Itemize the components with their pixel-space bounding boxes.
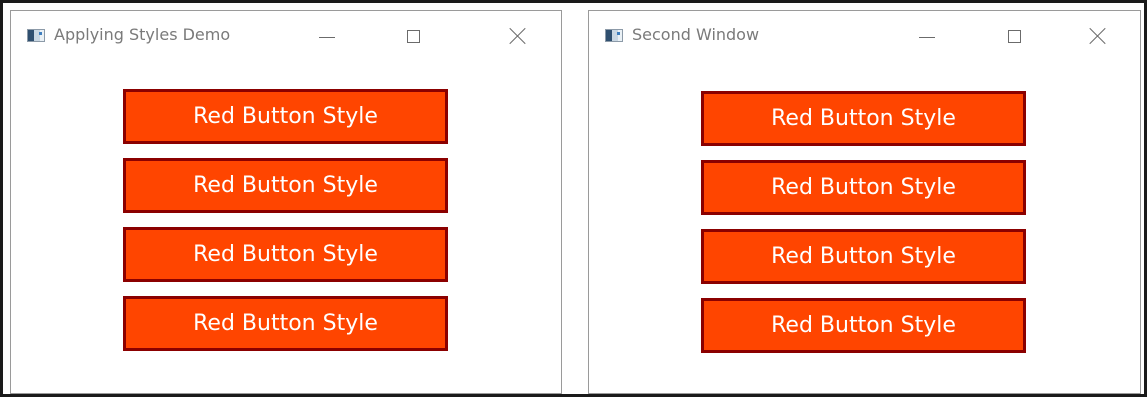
titlebar[interactable]: Applying Styles Demo [11,11,561,61]
app-window-icon [605,29,623,42]
close-icon [1089,27,1107,45]
close-button[interactable] [495,21,541,51]
minimize-icon [319,36,335,38]
minimize-button[interactable] [304,21,350,51]
red-style-button-3[interactable]: Red Button Style [701,229,1026,284]
red-style-button-4[interactable]: Red Button Style [123,296,448,351]
window-applying-styles-demo: Applying Styles Demo Red Button Style Re… [10,10,562,394]
window-second-window: Second Window Red Button Style Red Butto… [588,10,1141,394]
app-window-icon [27,29,45,42]
maximize-button[interactable] [390,21,436,51]
button-stack: Red Button Style Red Button Style Red Bu… [701,91,1026,367]
window-title: Second Window [632,25,760,44]
minimize-button[interactable] [904,21,950,51]
close-icon [509,27,527,45]
window-title: Applying Styles Demo [54,25,231,44]
maximize-button[interactable] [991,21,1037,51]
red-style-button-2[interactable]: Red Button Style [701,160,1026,215]
red-style-button-4[interactable]: Red Button Style [701,298,1026,353]
close-button[interactable] [1075,21,1121,51]
red-style-button-3[interactable]: Red Button Style [123,227,448,282]
red-style-button-2[interactable]: Red Button Style [123,158,448,213]
maximize-icon [406,29,420,43]
red-style-button-1[interactable]: Red Button Style [701,91,1026,146]
maximize-icon [1007,29,1021,43]
minimize-icon [919,36,935,38]
button-stack: Red Button Style Red Button Style Red Bu… [123,89,448,365]
titlebar[interactable]: Second Window [589,11,1140,61]
red-style-button-1[interactable]: Red Button Style [123,89,448,144]
